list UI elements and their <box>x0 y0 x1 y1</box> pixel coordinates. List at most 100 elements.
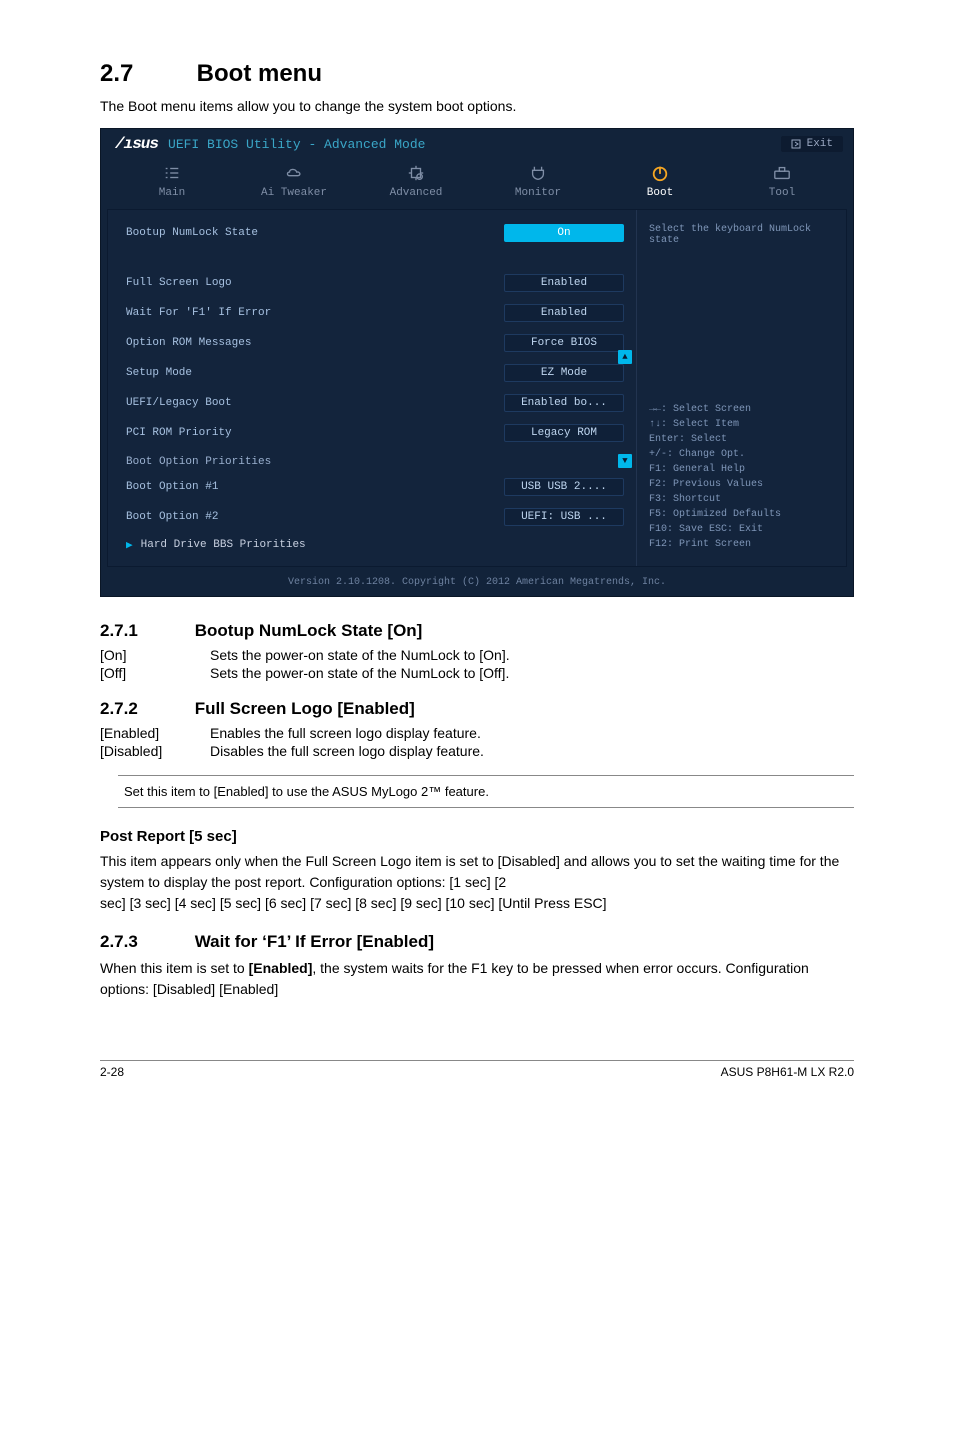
option-label: Full Screen Logo <box>126 277 232 289</box>
plug-icon <box>529 164 547 182</box>
section-intro: The Boot menu items allow you to change … <box>100 98 854 114</box>
option-label: UEFI/Legacy Boot <box>126 397 232 409</box>
option-row: [On] Sets the power-on state of the NumL… <box>100 647 854 663</box>
scroll-down-icon[interactable]: ▼ <box>618 454 632 468</box>
option-label: Bootup NumLock State <box>126 227 258 239</box>
scroll-up-icon[interactable]: ▲ <box>618 350 632 364</box>
list-icon <box>163 164 181 182</box>
subsection-heading: 2.7.2 Full Screen Logo [Enabled] <box>100 699 854 719</box>
bios-row[interactable]: PCI ROM Priority Legacy ROM <box>126 424 624 442</box>
option-desc: Sets the power-on state of the NumLock t… <box>210 647 510 663</box>
help-line: →←: Select Screen <box>649 402 834 417</box>
bios-row[interactable]: Wait For 'F1' If Error Enabled <box>126 304 624 322</box>
hd-bbs-label: Hard Drive BBS Priorities <box>141 539 306 551</box>
body-text: When this item is set to <box>100 960 249 976</box>
body-bold: [Enabled] <box>249 960 313 976</box>
body-line: sec] [3 sec] [4 sec] [5 sec] [6 sec] [7 … <box>100 895 607 911</box>
option-desc: Enables the full screen logo display fea… <box>210 725 481 741</box>
post-report-heading: Post Report [5 sec] <box>100 828 854 845</box>
option-value[interactable]: On <box>504 224 624 242</box>
tab-monitor[interactable]: Monitor <box>477 157 599 209</box>
page-footer: 2-28 ASUS P8H61-M LX R2.0 <box>100 1060 854 1079</box>
bios-brand-text: UEFI BIOS Utility - Advanced Mode <box>168 137 425 152</box>
option-label: Boot Option #2 <box>126 511 218 523</box>
option-value[interactable]: EZ Mode <box>504 364 624 382</box>
section-heading: 2.7 Boot menu <box>100 60 854 88</box>
help-line: +/-: Change Opt. <box>649 447 834 462</box>
option-desc: Disables the full screen logo display fe… <box>210 743 484 759</box>
tool-icon <box>773 164 791 182</box>
chevron-right-icon: ▶ <box>126 538 133 552</box>
exit-icon <box>791 139 801 149</box>
body-line: This item appears only when the Full Scr… <box>100 853 839 890</box>
note-box: Set this item to [Enabled] to use the AS… <box>100 775 854 808</box>
boot-priorities-header: Boot Option Priorities <box>126 456 624 468</box>
option-value[interactable]: Enabled <box>504 274 624 292</box>
option-row: [Enabled] Enables the full screen logo d… <box>100 725 854 741</box>
bios-row[interactable]: Boot Option #2 UEFI: USB ... <box>126 508 624 526</box>
option-desc: Sets the power-on state of the NumLock t… <box>210 665 509 681</box>
exit-button[interactable]: Exit <box>781 136 843 152</box>
subsection-number: 2.7.2 <box>100 699 190 719</box>
help-line: ↑↓: Select Item <box>649 417 834 432</box>
help-line: F1: General Help <box>649 462 834 477</box>
subsection-heading: 2.7.1 Bootup NumLock State [On] <box>100 621 854 641</box>
bios-row[interactable]: Boot Option #1 USB USB 2.... <box>126 478 624 496</box>
option-label: Wait For 'F1' If Error <box>126 307 271 319</box>
bios-options-pane: Bootup NumLock State On Full Screen Logo… <box>108 210 636 566</box>
bios-row[interactable]: Bootup NumLock State On <box>126 224 624 242</box>
option-value[interactable]: UEFI: USB ... <box>504 508 624 526</box>
tab-ai-tweaker[interactable]: Ai Tweaker <box>233 157 355 209</box>
exit-label: Exit <box>807 138 833 150</box>
tab-label: Ai Tweaker <box>261 187 327 199</box>
page-number: 2-28 <box>100 1065 124 1079</box>
option-row: [Off] Sets the power-on state of the Num… <box>100 665 854 681</box>
bios-help-pane: Select the keyboard NumLock state →←: Se… <box>636 210 846 566</box>
bios-row[interactable]: Setup Mode EZ Mode <box>126 364 624 382</box>
tab-main[interactable]: Main <box>111 157 233 209</box>
option-key: [Disabled] <box>100 743 210 759</box>
bios-screenshot: /ısus UEFI BIOS Utility - Advanced Mode … <box>100 128 854 597</box>
option-row: [Disabled] Disables the full screen logo… <box>100 743 854 759</box>
tab-label: Advanced <box>390 187 443 199</box>
bios-row[interactable]: Full Screen Logo Enabled <box>126 274 624 292</box>
product-name: ASUS P8H61-M LX R2.0 <box>721 1065 854 1079</box>
option-label: Boot Option #1 <box>126 481 218 493</box>
cloud-icon <box>285 164 303 182</box>
section-title-text: Boot menu <box>197 60 322 87</box>
s273-body: When this item is set to [Enabled], the … <box>100 958 854 1000</box>
tab-tool[interactable]: Tool <box>721 157 843 209</box>
option-label: Setup Mode <box>126 367 192 379</box>
subsection-title: Full Screen Logo [Enabled] <box>195 699 415 718</box>
chip-icon <box>407 164 425 182</box>
option-value[interactable]: Legacy ROM <box>504 424 624 442</box>
help-line: Enter: Select <box>649 432 834 447</box>
tab-label: Tool <box>769 187 795 199</box>
subsection-heading: 2.7.3 Wait for ‘F1’ If Error [Enabled] <box>100 932 854 952</box>
power-icon <box>651 164 669 182</box>
option-value[interactable]: Force BIOS <box>504 334 624 352</box>
post-report-body: This item appears only when the Full Scr… <box>100 851 854 914</box>
subsection-title: Bootup NumLock State [On] <box>195 621 423 640</box>
option-key: [Enabled] <box>100 725 210 741</box>
tab-label: Boot <box>647 187 673 199</box>
subsection-title: Wait for ‘F1’ If Error [Enabled] <box>195 932 434 951</box>
option-key: [Off] <box>100 665 210 681</box>
bios-row[interactable]: UEFI/Legacy Boot Enabled bo... <box>126 394 624 412</box>
bios-row[interactable]: Option ROM Messages Force BIOS <box>126 334 624 352</box>
help-line: F5: Optimized Defaults <box>649 507 834 522</box>
tab-advanced[interactable]: Advanced <box>355 157 477 209</box>
bios-version-footer: Version 2.10.1208. Copyright (C) 2012 Am… <box>101 573 853 596</box>
subsection-number: 2.7.1 <box>100 621 190 641</box>
option-value[interactable]: Enabled <box>504 304 624 322</box>
tab-label: Monitor <box>515 187 561 199</box>
help-line: F3: Shortcut <box>649 492 834 507</box>
section-number: 2.7 <box>100 60 190 88</box>
hd-bbs-row[interactable]: ▶ Hard Drive BBS Priorities <box>126 538 624 552</box>
option-label: PCI ROM Priority <box>126 427 232 439</box>
tab-boot[interactable]: Boot <box>599 157 721 209</box>
asus-logo: /ısus <box>111 135 162 153</box>
option-value[interactable]: USB USB 2.... <box>504 478 624 496</box>
option-value[interactable]: Enabled bo... <box>504 394 624 412</box>
help-line: F2: Previous Values <box>649 477 834 492</box>
